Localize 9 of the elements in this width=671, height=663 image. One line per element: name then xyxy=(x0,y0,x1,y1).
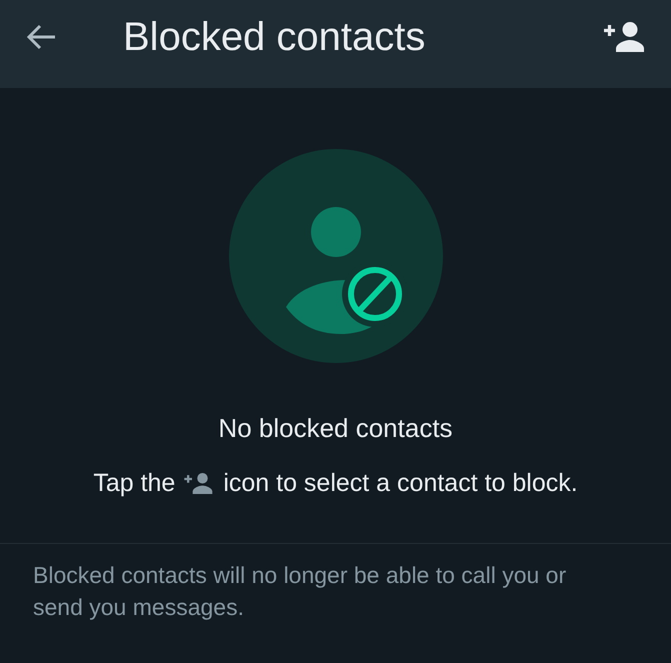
blocked-contacts-note: Blocked contacts will no longer be able to call you or send you messages. xyxy=(33,561,568,622)
blocked-person-icon xyxy=(228,149,442,363)
screen-title: Blocked contacts xyxy=(123,14,426,60)
add-person-icon xyxy=(184,472,214,494)
add-person-icon xyxy=(604,22,646,52)
hint-text: icon to select a contact to block. xyxy=(223,469,578,497)
empty-state-title: No blocked contacts xyxy=(218,414,453,442)
hint-text: Tap the xyxy=(93,469,176,497)
back-arrow-icon xyxy=(26,24,56,50)
